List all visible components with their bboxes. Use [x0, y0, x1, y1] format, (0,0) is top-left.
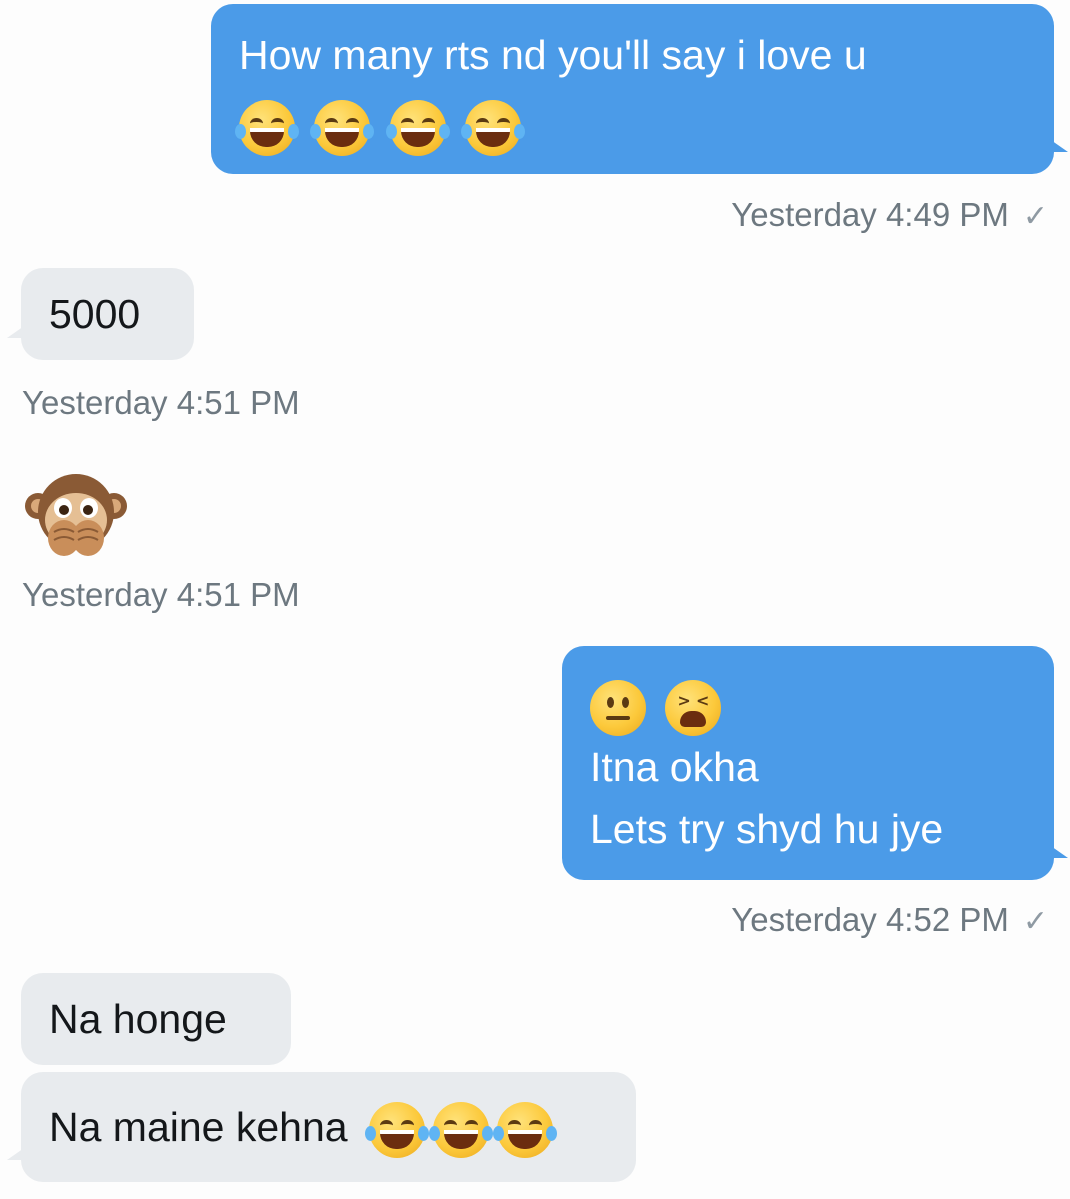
- message-timestamp: Yesterday 4:51 PM: [22, 576, 300, 613]
- message-timestamp: Yesterday 4:51 PM: [22, 384, 300, 421]
- face-with-tears-of-joy-icon: [364, 1102, 429, 1159]
- emoji-row: > <: [590, 674, 1026, 737]
- outgoing-message-bubble[interactable]: > < Itna okha Lets try shyd hu jye: [562, 646, 1068, 880]
- message-text: 5000: [49, 291, 141, 337]
- message-timestamp: Yesterday 4:52 PM ✓: [731, 901, 1048, 939]
- incoming-message-bubble[interactable]: Na maine kehna: [7, 1072, 636, 1182]
- timestamp-text: Yesterday 4:49 PM: [731, 196, 1009, 233]
- face-with-tears-of-joy-icon: [492, 1102, 557, 1159]
- read-check-icon: ✓: [1022, 905, 1048, 938]
- message-content: Na maine kehna: [49, 1096, 608, 1159]
- incoming-message-bubble[interactable]: 5000: [7, 268, 194, 360]
- message-text: Itna okha: [590, 744, 759, 790]
- timestamp-text: Yesterday 4:52 PM: [731, 901, 1009, 938]
- face-with-tears-of-joy-icon: [461, 100, 526, 157]
- face-with-tears-of-joy-icon: [428, 1102, 493, 1159]
- message-text: Na maine kehna: [49, 1104, 348, 1150]
- emoji-row: [235, 94, 1026, 157]
- message-timestamp: Yesterday 4:49 PM ✓: [731, 196, 1048, 234]
- speak-no-evil-monkey-icon[interactable]: [24, 470, 128, 560]
- tired-face-icon: > <: [665, 680, 722, 737]
- incoming-message-bubble[interactable]: Na honge: [21, 973, 291, 1065]
- message-text: How many rts nd you'll say i love u: [239, 32, 867, 78]
- outgoing-message-bubble[interactable]: How many rts nd you'll say i love u: [211, 4, 1068, 174]
- message-text: Na honge: [49, 996, 227, 1042]
- neutral-face-icon: [590, 680, 646, 737]
- face-with-tears-of-joy-icon: [310, 100, 375, 157]
- face-with-tears-of-joy-icon: [235, 100, 299, 157]
- face-with-tears-of-joy-icon: [385, 100, 450, 157]
- message-text: Lets try shyd hu jye: [590, 806, 944, 852]
- read-check-icon: ✓: [1022, 200, 1048, 233]
